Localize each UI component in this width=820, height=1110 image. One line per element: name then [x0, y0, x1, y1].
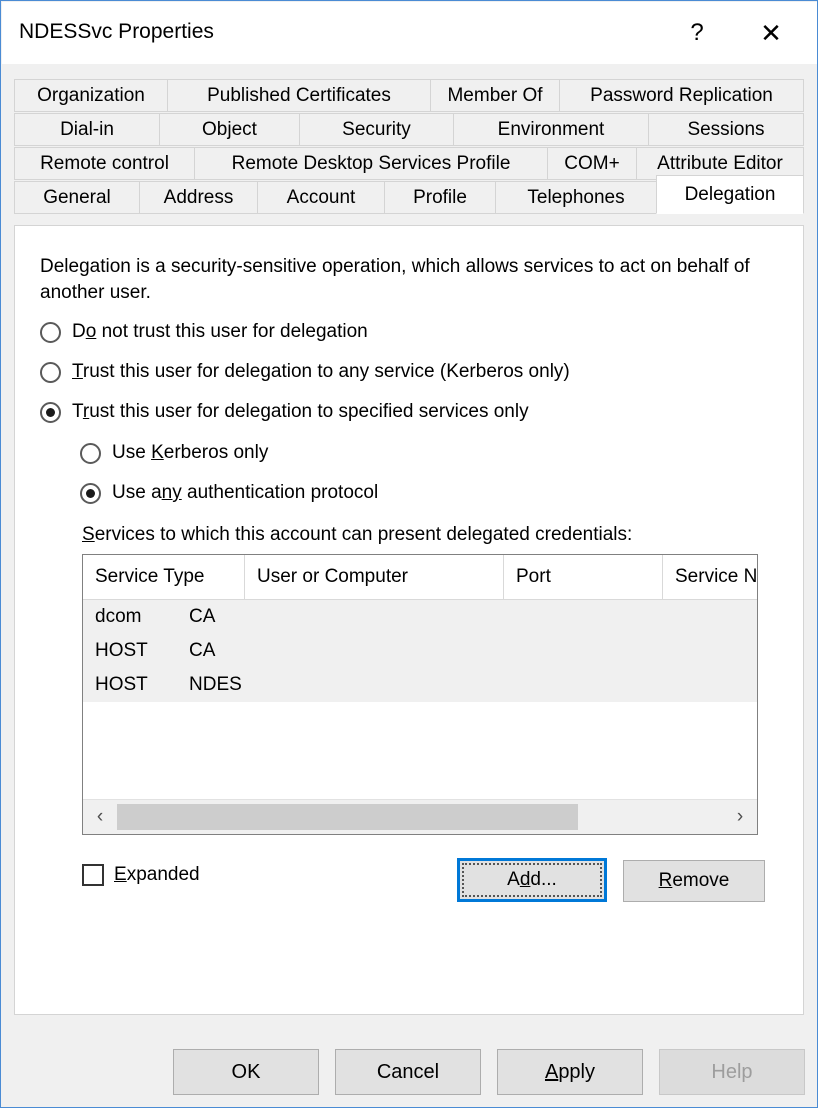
radio-indicator	[80, 442, 101, 464]
tab-address[interactable]: Address	[139, 181, 258, 214]
add-button[interactable]: Add...	[457, 858, 607, 902]
properties-dialog: NDESSvc Properties ? ✕ Organization Publ…	[0, 0, 818, 1108]
radio-trust-any-service[interactable]: Trust this user for delegation to any se…	[40, 361, 570, 383]
tab-dial-in[interactable]: Dial-in	[14, 113, 160, 146]
remove-button-label: Remove	[658, 870, 730, 891]
apply-button[interactable]: Apply	[497, 1049, 643, 1095]
help-question-icon[interactable]: ?	[674, 10, 720, 56]
radio-do-not-trust[interactable]: Do not trust this user for delegation	[40, 321, 368, 343]
tab-delegation[interactable]: Delegation	[656, 175, 804, 214]
tab-general[interactable]: General	[14, 181, 140, 214]
title-bar: NDESSvc Properties ? ✕	[2, 2, 817, 64]
expanded-label: Expanded	[114, 864, 200, 885]
scroll-right-arrow-icon[interactable]: ›	[723, 800, 757, 834]
services-list-caption: Services to which this account can prese…	[82, 524, 633, 545]
help-button: Help	[659, 1049, 805, 1095]
expanded-checkbox-row[interactable]: Expanded	[82, 864, 200, 886]
tab-remote-control[interactable]: Remote control	[14, 147, 195, 180]
tab-member-of[interactable]: Member Of	[430, 79, 560, 112]
table-row[interactable]: HOST CA	[83, 634, 757, 668]
radio-indicator	[40, 361, 61, 383]
tab-password-replication[interactable]: Password Replication	[559, 79, 804, 112]
radio-indicator-selected	[80, 482, 101, 504]
apply-button-label: Apply	[544, 1060, 596, 1083]
cancel-button[interactable]: Cancel	[335, 1049, 481, 1095]
list-body: dcom CA HOST CA HOST NDES	[83, 600, 757, 798]
column-header-port[interactable]: Port	[504, 555, 663, 599]
close-icon[interactable]: ✕	[748, 10, 794, 56]
remove-button[interactable]: Remove	[623, 860, 765, 902]
cell-service-type: HOST	[95, 640, 148, 661]
delegation-description: Delegation is a security-sensitive opera…	[40, 256, 750, 303]
column-header-service-type[interactable]: Service Type	[83, 555, 245, 599]
table-row[interactable]: dcom CA	[83, 600, 757, 634]
table-row[interactable]: HOST NDES	[83, 668, 757, 702]
tab-telephones[interactable]: Telephones	[495, 181, 657, 214]
cell-service-type: HOST	[95, 674, 148, 695]
list-header-row: Service Type User or Computer Port Servi…	[83, 555, 757, 600]
add-button-label: Add...	[507, 869, 557, 890]
tab-object[interactable]: Object	[159, 113, 300, 146]
radio-label: Use any authentication protocol	[112, 482, 379, 503]
tab-remote-desktop-services-profile[interactable]: Remote Desktop Services Profile	[194, 147, 548, 180]
cell-service-type: dcom	[95, 606, 142, 627]
scrollbar-thumb[interactable]	[117, 804, 578, 830]
tab-environment[interactable]: Environment	[453, 113, 649, 146]
radio-label: Use Kerberos only	[112, 442, 269, 463]
column-header-service-name[interactable]: Service N	[663, 555, 757, 599]
radio-indicator-selected	[40, 401, 61, 423]
radio-label: Do not trust this user for delegation	[72, 321, 368, 342]
tab-published-certificates[interactable]: Published Certificates	[167, 79, 431, 112]
cell-user-or-computer: NDES	[189, 674, 242, 695]
delegation-panel: Delegation is a security-sensitive opera…	[14, 225, 804, 1015]
horizontal-scrollbar[interactable]: ‹ ›	[83, 799, 757, 834]
radio-indicator	[40, 321, 61, 343]
expanded-checkbox[interactable]	[82, 864, 104, 886]
scroll-left-arrow-icon[interactable]: ‹	[83, 800, 117, 834]
tab-sessions[interactable]: Sessions	[648, 113, 804, 146]
window-title: NDESSvc Properties	[19, 20, 214, 43]
tab-account[interactable]: Account	[257, 181, 385, 214]
scrollbar-track[interactable]	[117, 800, 723, 834]
radio-trust-specified-services[interactable]: Trust this user for delegation to specif…	[40, 401, 529, 423]
tab-security[interactable]: Security	[299, 113, 454, 146]
radio-label: Trust this user for delegation to specif…	[72, 401, 529, 422]
services-list-view[interactable]: Service Type User or Computer Port Servi…	[82, 554, 758, 835]
radio-label: Trust this user for delegation to any se…	[72, 361, 570, 382]
tab-profile[interactable]: Profile	[384, 181, 496, 214]
tab-organization[interactable]: Organization	[14, 79, 168, 112]
radio-use-kerberos-only[interactable]: Use Kerberos only	[80, 442, 268, 464]
cell-user-or-computer: CA	[189, 640, 216, 661]
ok-button[interactable]: OK	[173, 1049, 319, 1095]
tab-com-plus[interactable]: COM+	[547, 147, 637, 180]
column-header-user-or-computer[interactable]: User or Computer	[245, 555, 504, 599]
cell-user-or-computer: CA	[189, 606, 216, 627]
radio-use-any-authentication-protocol[interactable]: Use any authentication protocol	[80, 482, 378, 504]
list-rows-group: dcom CA HOST CA HOST NDES	[83, 600, 757, 702]
tab-strip: Organization Published Certificates Memb…	[14, 79, 804, 231]
